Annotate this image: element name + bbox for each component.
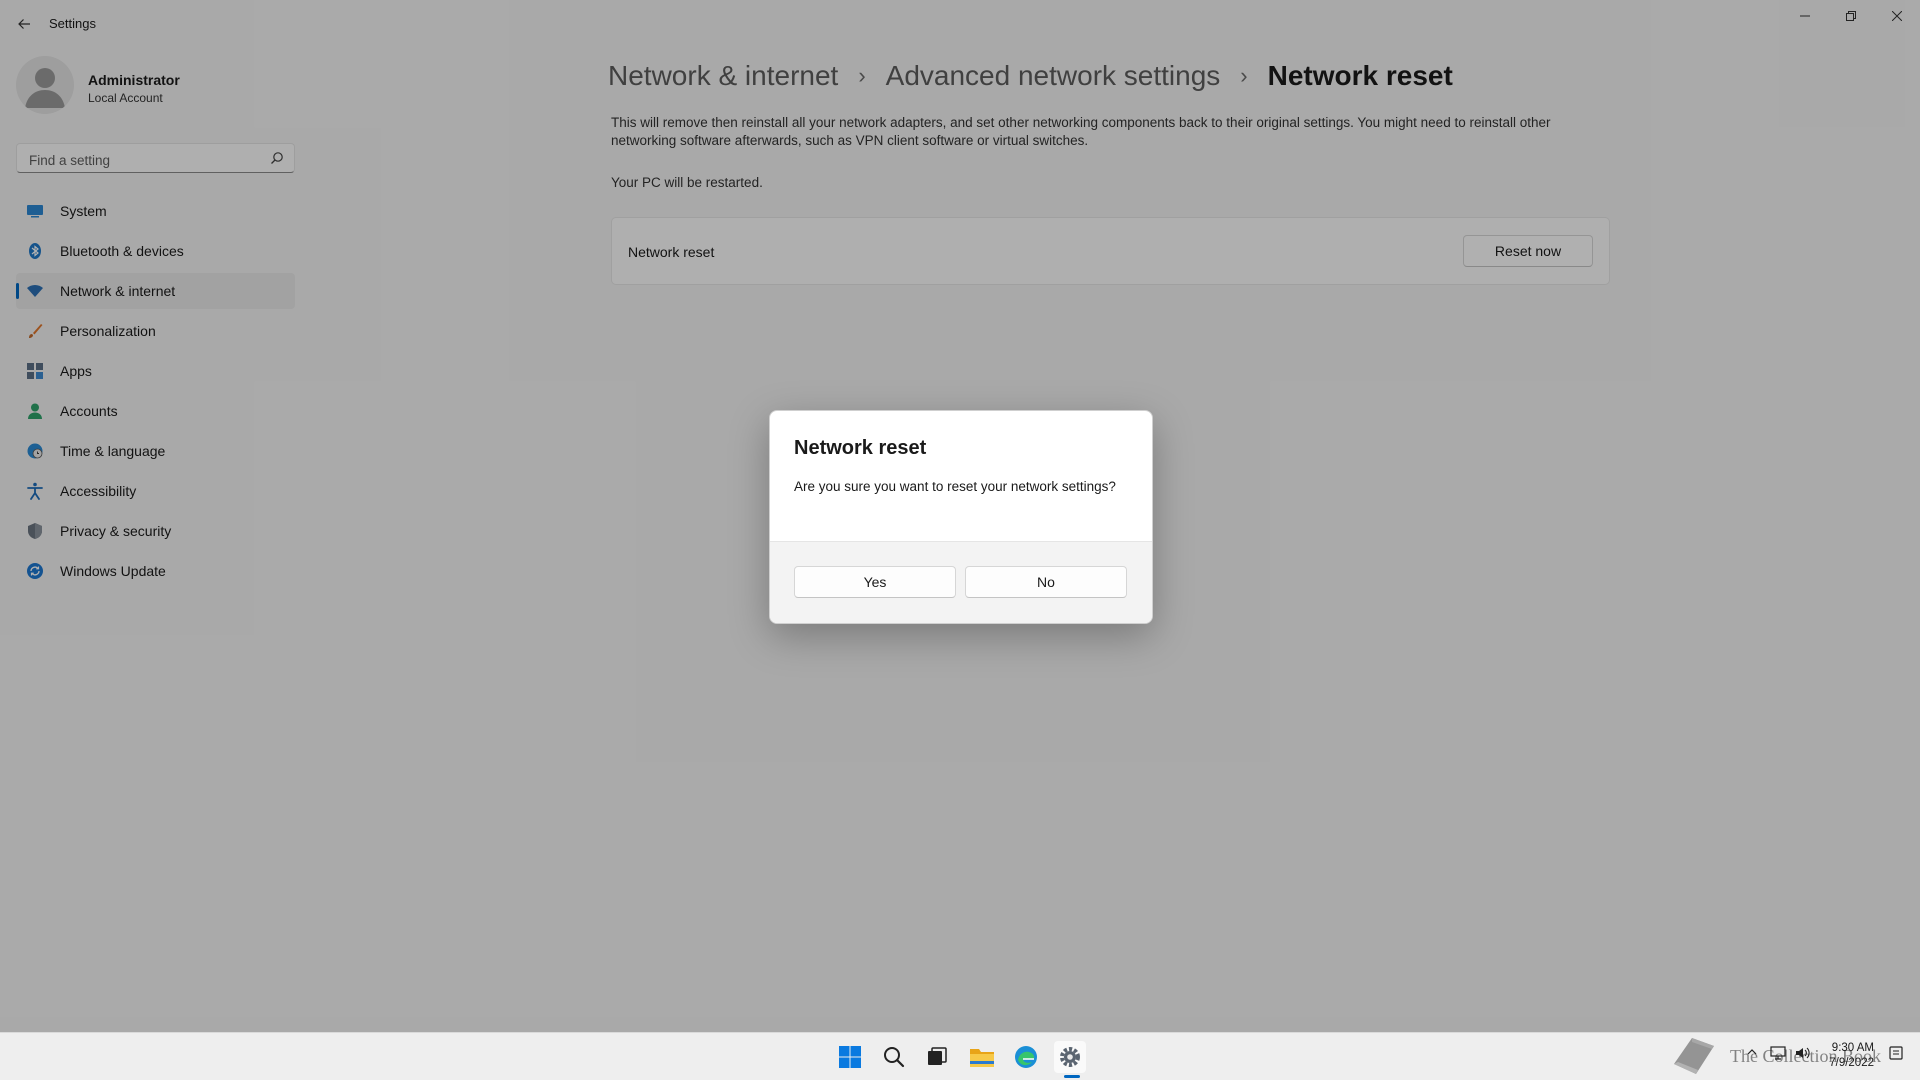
taskbar-search-button[interactable]	[878, 1041, 910, 1073]
clock-time: 9:30 AM	[1831, 1042, 1874, 1054]
volume-icon	[1796, 1047, 1810, 1059]
show-hidden-icons-button[interactable]	[1746, 1045, 1758, 1063]
network-tray-button[interactable]	[1770, 1045, 1786, 1066]
dialog-footer: Yes No	[770, 541, 1152, 623]
clock-date: 7/9/2022	[1829, 1057, 1874, 1069]
notification-icon	[1889, 1046, 1903, 1060]
clock[interactable]: 9:30 AM 7/9/2022	[1829, 1041, 1874, 1071]
file-explorer-button[interactable]	[966, 1041, 998, 1073]
file-explorer-icon	[970, 1049, 994, 1067]
book-icon	[1674, 1038, 1714, 1074]
task-view-icon	[928, 1047, 947, 1065]
yes-button[interactable]: Yes	[794, 566, 956, 598]
active-app-indicator	[1064, 1075, 1080, 1078]
volume-tray-button[interactable]	[1794, 1045, 1810, 1066]
edge-button[interactable]	[1010, 1041, 1042, 1073]
start-button[interactable]	[834, 1041, 866, 1073]
notifications-button[interactable]	[1888, 1045, 1904, 1066]
edge-icon	[1015, 1046, 1037, 1068]
search-icon	[884, 1047, 905, 1068]
settings-icon	[1060, 1047, 1080, 1067]
chevron-up-icon	[1747, 1049, 1757, 1055]
taskbar: The Collection Book 9:30 AM 7/9/2022	[0, 1032, 1920, 1080]
dialog-title: Network reset	[794, 437, 927, 459]
start-icon	[839, 1046, 861, 1068]
no-button[interactable]: No	[965, 566, 1127, 598]
network-reset-dialog: Network reset Are you sure you want to r…	[769, 410, 1153, 624]
network-monitor-icon	[1770, 1046, 1786, 1060]
settings-taskbar-button[interactable]	[1054, 1041, 1086, 1073]
task-view-button[interactable]	[921, 1041, 953, 1073]
dialog-message: Are you sure you want to reset your netw…	[794, 479, 1116, 494]
